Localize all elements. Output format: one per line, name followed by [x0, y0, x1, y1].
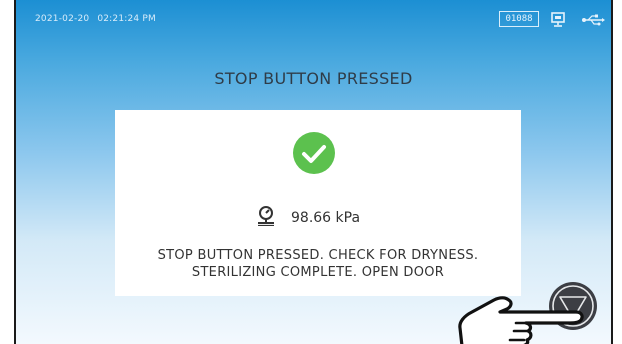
pressure-gauge-icon	[258, 206, 274, 226]
device-screen: 2021-02-20 02:21:24 PM 01088 STOP BUTTON …	[14, 0, 613, 344]
date-time: 2021-02-20 02:21:24 PM	[35, 14, 156, 24]
date-label: 2021-02-20	[35, 14, 90, 24]
page-title: STOP BUTTON PRESSED	[214, 69, 413, 88]
status-message-line2: STERILIZING COMPLETE. OPEN DOOR	[191, 265, 445, 280]
usb-icon	[582, 14, 605, 26]
network-icon	[551, 12, 565, 27]
pointing-hand-icon	[458, 296, 584, 344]
status-message-line1: STOP BUTTON PRESSED. CHECK FOR DRYNESS.	[157, 248, 479, 263]
success-check-icon	[293, 132, 335, 174]
status-bar: 2021-02-20 02:21:24 PM 01088	[16, 0, 611, 27]
cycle-counter: 01088	[499, 11, 539, 27]
time-label: 02:21:24 PM	[97, 14, 156, 24]
status-dialog: 98.66 kPa STOP BUTTON PRESSED. CHECK FOR…	[115, 110, 521, 296]
pressure-value: 98.66 kPa	[291, 210, 361, 226]
